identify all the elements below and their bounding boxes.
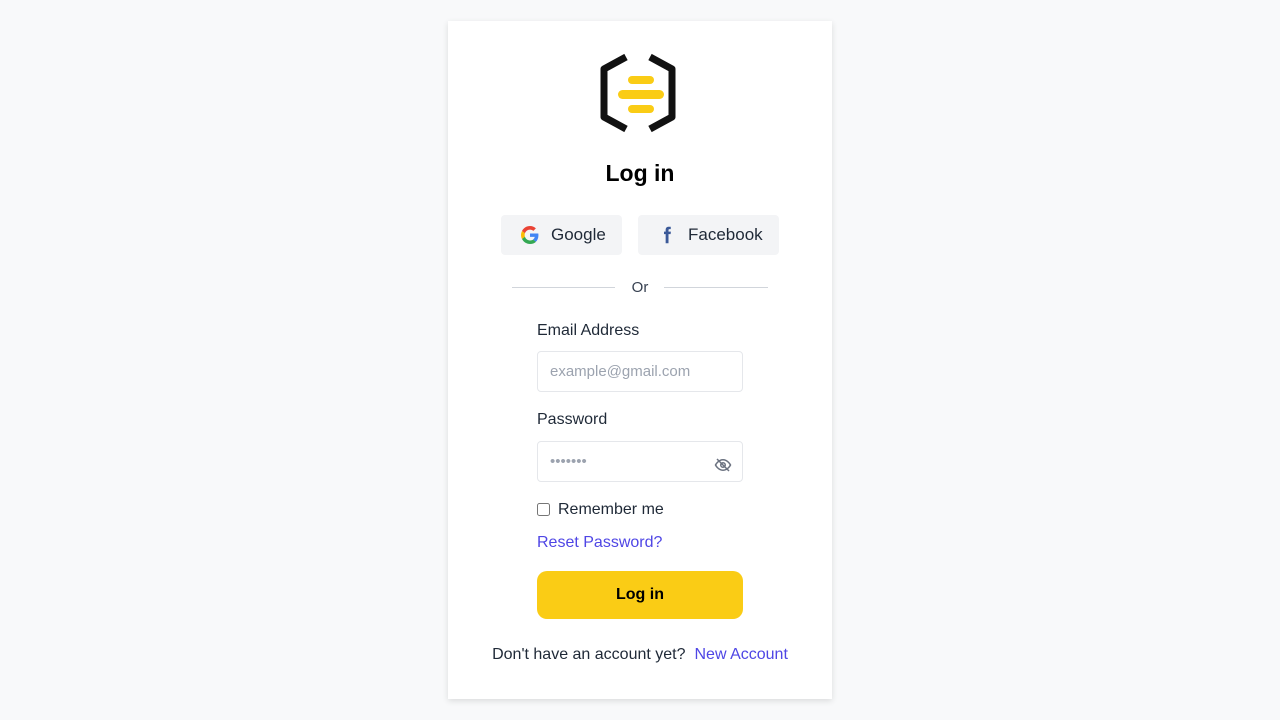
email-field[interactable] bbox=[537, 351, 743, 392]
remember-checkbox[interactable] bbox=[537, 503, 550, 516]
email-label: Email Address bbox=[537, 322, 640, 339]
password-field[interactable] bbox=[537, 441, 743, 482]
facebook-icon bbox=[664, 226, 671, 244]
google-login-button[interactable]: Google bbox=[501, 215, 622, 255]
hexagon-logo-icon bbox=[600, 53, 676, 133]
facebook-login-button[interactable]: Facebook bbox=[638, 215, 779, 255]
google-icon bbox=[521, 226, 539, 244]
signup-prompt: Don't have an account yet? New Account bbox=[448, 646, 832, 664]
divider-text: Or bbox=[631, 279, 649, 296]
divider-line-left bbox=[512, 287, 615, 288]
new-account-link[interactable]: New Account bbox=[695, 646, 788, 663]
eye-off-icon[interactable] bbox=[714, 456, 732, 474]
divider-line-right bbox=[664, 287, 768, 288]
facebook-button-label: Facebook bbox=[688, 225, 763, 244]
login-card: Log in Google Facebook Or Email Address … bbox=[448, 21, 832, 699]
login-button[interactable]: Log in bbox=[537, 571, 743, 619]
signup-prompt-text: Don't have an account yet? bbox=[492, 646, 686, 663]
google-button-label: Google bbox=[551, 225, 606, 244]
reset-password-link[interactable]: Reset Password? bbox=[537, 534, 662, 552]
remember-label: Remember me bbox=[558, 501, 664, 518]
password-label: Password bbox=[537, 411, 608, 428]
page-title: Log in bbox=[605, 160, 675, 186]
